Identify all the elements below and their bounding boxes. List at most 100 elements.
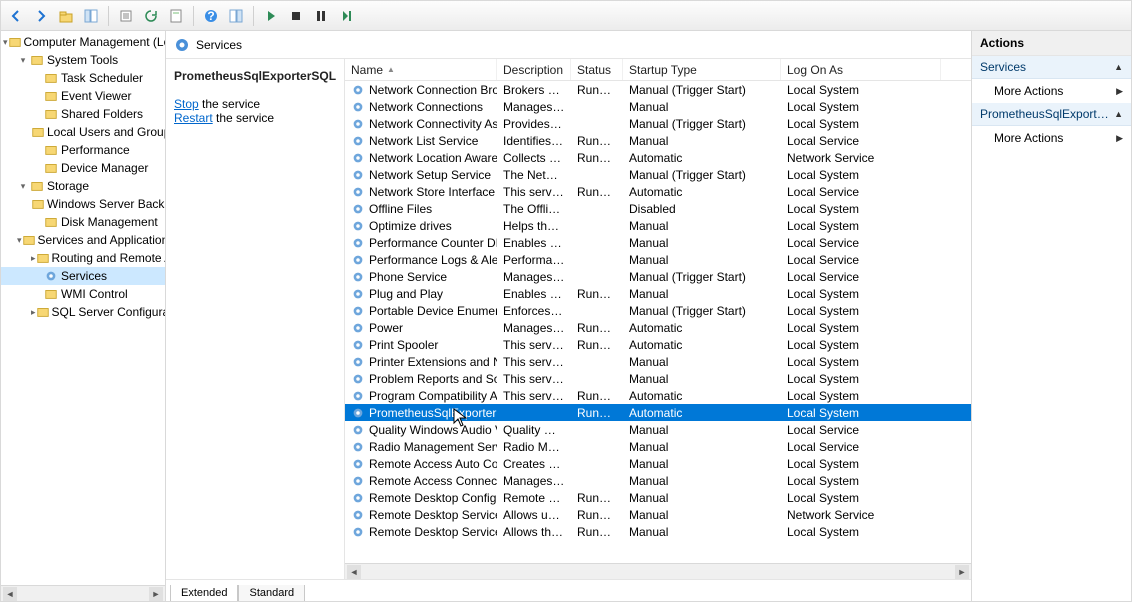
scroll-left-icon[interactable]: ◄ xyxy=(347,565,361,579)
actions-more-selected[interactable]: More Actions ▶ xyxy=(972,126,1131,150)
actions-section-services[interactable]: Services ▲ xyxy=(972,56,1131,79)
tree-node[interactable]: Performance xyxy=(1,141,165,159)
service-row[interactable]: Network Connection BrokerBrokers con...R… xyxy=(345,81,971,98)
properties-icon[interactable] xyxy=(165,5,187,27)
service-row[interactable]: Problem Reports and Soluti...This servic… xyxy=(345,370,971,387)
column-name[interactable]: Name▲ xyxy=(345,59,497,80)
cell-status: Running xyxy=(571,321,623,335)
column-status[interactable]: Status xyxy=(571,59,623,80)
services-list[interactable]: Network Connection BrokerBrokers con...R… xyxy=(345,81,971,563)
tree-node[interactable]: Services xyxy=(1,267,165,285)
service-row[interactable]: Performance Counter DLL ...Enables rem..… xyxy=(345,234,971,251)
service-row[interactable]: Remote Desktop Services U...Allows the r… xyxy=(345,523,971,540)
service-row[interactable]: Print SpoolerThis service ...RunningAuto… xyxy=(345,336,971,353)
service-row[interactable]: Phone ServiceManages th...Manual (Trigge… xyxy=(345,268,971,285)
scroll-left-icon[interactable]: ◄ xyxy=(3,587,17,601)
cell-status: Running xyxy=(571,389,623,403)
tree-node[interactable]: ▾Services and Applications xyxy=(1,231,165,249)
expand-icon[interactable]: ▾ xyxy=(17,181,29,192)
service-gear-icon xyxy=(351,389,365,403)
service-row[interactable]: PrometheusSqlExporterSQLRunningAutomatic… xyxy=(345,404,971,421)
service-row[interactable]: Remote Desktop ServicesAllows user...Run… xyxy=(345,506,971,523)
service-row[interactable]: Network Location AwarenessCollects an...… xyxy=(345,149,971,166)
service-row[interactable]: Offline FilesThe Offline ...DisabledLoca… xyxy=(345,200,971,217)
service-row[interactable]: Radio Management ServiceRadio Mana...Man… xyxy=(345,438,971,455)
service-gear-icon xyxy=(351,355,365,369)
scroll-right-icon[interactable]: ► xyxy=(955,565,969,579)
list-horizontal-scrollbar[interactable]: ◄ ► xyxy=(345,563,971,579)
service-row[interactable]: Plug and PlayEnables a c...RunningManual… xyxy=(345,285,971,302)
tab-extended[interactable]: Extended xyxy=(170,585,238,602)
pause-icon[interactable] xyxy=(310,5,332,27)
tab-standard[interactable]: Standard xyxy=(238,585,305,602)
cell-name: Portable Device Enumerator... xyxy=(345,304,497,318)
tree-node[interactable]: ▸SQL Server Configuratio xyxy=(1,303,165,321)
up-icon[interactable] xyxy=(55,5,77,27)
service-row[interactable]: Remote Desktop Configurat...Remote Des..… xyxy=(345,489,971,506)
cell-name: Network Connection Broker xyxy=(345,83,497,97)
stop-service-link[interactable]: Stop xyxy=(174,97,199,111)
service-row[interactable]: Network Store Interface Ser...This servi… xyxy=(345,183,971,200)
tree-node[interactable]: Local Users and Groups xyxy=(1,123,165,141)
navigation-tree[interactable]: ▾Computer Management (Local)▾System Tool… xyxy=(1,31,165,323)
start-icon[interactable] xyxy=(260,5,282,27)
export-icon[interactable] xyxy=(115,5,137,27)
actions-more-services[interactable]: More Actions ▶ xyxy=(972,79,1131,103)
tree-horizontal-scrollbar[interactable]: ◄ ► xyxy=(1,585,165,601)
tree-node[interactable]: Task Scheduler xyxy=(1,69,165,87)
actions-pane: Actions Services ▲ More Actions ▶ Promet… xyxy=(972,31,1131,601)
column-logon[interactable]: Log On As xyxy=(781,59,941,80)
service-row[interactable]: Network ConnectionsManages o...ManualLoc… xyxy=(345,98,971,115)
services-app-icon xyxy=(22,232,36,248)
tree-node[interactable]: ▾Computer Management (Local) xyxy=(1,33,165,51)
cell-desc: Manages th... xyxy=(497,270,571,284)
service-row[interactable]: Network List ServiceIdentifies th...Runn… xyxy=(345,132,971,149)
cell-status: Running xyxy=(571,338,623,352)
cell-status: Running xyxy=(571,287,623,301)
tree-node[interactable]: Device Manager xyxy=(1,159,165,177)
service-row[interactable]: Portable Device Enumerator...Enforces gr… xyxy=(345,302,971,319)
service-row[interactable]: PowerManages p...RunningAutomaticLocal S… xyxy=(345,319,971,336)
tree-node[interactable]: Windows Server Backup xyxy=(1,195,165,213)
service-row[interactable]: Remote Access Connection...Manages di...… xyxy=(345,472,971,489)
tree-node[interactable]: ▾Storage xyxy=(1,177,165,195)
show-hide-action-icon[interactable] xyxy=(225,5,247,27)
stop-icon[interactable] xyxy=(285,5,307,27)
expand-icon[interactable]: ▾ xyxy=(17,55,29,66)
cell-startup: Manual xyxy=(623,525,781,539)
column-desc[interactable]: Description xyxy=(497,59,571,80)
cell-logon: Local System xyxy=(781,474,941,488)
services-list-pane: Name▲DescriptionStatusStartup TypeLog On… xyxy=(344,59,971,579)
refresh-icon[interactable] xyxy=(140,5,162,27)
scroll-right-icon[interactable]: ► xyxy=(149,587,163,601)
service-row[interactable]: Printer Extensions and Notif...This serv… xyxy=(345,353,971,370)
tree-node[interactable]: Shared Folders xyxy=(1,105,165,123)
cell-startup: Manual xyxy=(623,236,781,250)
tree-node[interactable]: ▸Routing and Remote Ac xyxy=(1,249,165,267)
service-row[interactable]: Quality Windows Audio Vid...Quality Win.… xyxy=(345,421,971,438)
tree-node-label: Device Manager xyxy=(61,161,148,175)
help-icon[interactable]: ? xyxy=(200,5,222,27)
restart-icon[interactable] xyxy=(335,5,357,27)
service-row[interactable]: Performance Logs & AlertsPerformanc...Ma… xyxy=(345,251,971,268)
service-gear-icon xyxy=(351,474,365,488)
service-row[interactable]: Program Compatibility Assi...This servic… xyxy=(345,387,971,404)
tree-node[interactable]: WMI Control xyxy=(1,285,165,303)
service-row[interactable]: Remote Access Auto Conne...Creates a co.… xyxy=(345,455,971,472)
show-hide-tree-icon[interactable] xyxy=(80,5,102,27)
cell-startup: Automatic xyxy=(623,389,781,403)
tree-node[interactable]: ▾System Tools xyxy=(1,51,165,69)
actions-section-selected[interactable]: PrometheusSqlExporterSQL ▲ xyxy=(972,103,1131,126)
service-row[interactable]: Network Setup ServiceThe Networ...Manual… xyxy=(345,166,971,183)
column-startup[interactable]: Startup Type xyxy=(623,59,781,80)
cell-logon: Local System xyxy=(781,117,941,131)
service-row[interactable]: Optimize drivesHelps the c...ManualLocal… xyxy=(345,217,971,234)
service-row[interactable]: Network Connectivity Assi...Provides Dir… xyxy=(345,115,971,132)
tree-node[interactable]: Event Viewer xyxy=(1,87,165,105)
restart-service-link[interactable]: Restart xyxy=(174,111,213,125)
tree-node[interactable]: Disk Management xyxy=(1,213,165,231)
back-icon[interactable] xyxy=(5,5,27,27)
service-gear-icon xyxy=(351,100,365,114)
tree-node-label: Computer Management (Local) xyxy=(24,35,166,49)
forward-icon[interactable] xyxy=(30,5,52,27)
